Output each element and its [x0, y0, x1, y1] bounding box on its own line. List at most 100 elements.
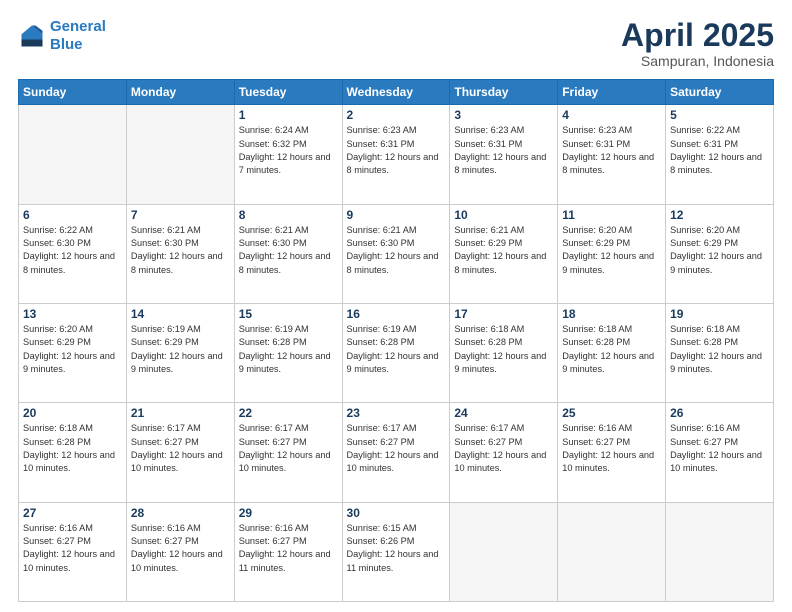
- day-number: 18: [562, 307, 661, 321]
- calendar-cell: 26 Sunrise: 6:16 AMSunset: 6:27 PMDayligh…: [666, 403, 774, 502]
- col-friday: Friday: [558, 80, 666, 105]
- day-info: Sunrise: 6:21 AMSunset: 6:30 PMDaylight:…: [131, 224, 230, 277]
- day-info: Sunrise: 6:22 AMSunset: 6:30 PMDaylight:…: [23, 224, 122, 277]
- calendar-cell: 9 Sunrise: 6:21 AMSunset: 6:30 PMDaylight…: [342, 204, 450, 303]
- month-year: April 2025: [621, 18, 774, 53]
- day-info: Sunrise: 6:17 AMSunset: 6:27 PMDaylight:…: [454, 422, 553, 475]
- day-info: Sunrise: 6:23 AMSunset: 6:31 PMDaylight:…: [347, 124, 446, 177]
- calendar-cell: 24 Sunrise: 6:17 AMSunset: 6:27 PMDayligh…: [450, 403, 558, 502]
- day-number: 3: [454, 108, 553, 122]
- day-number: 26: [670, 406, 769, 420]
- day-number: 17: [454, 307, 553, 321]
- calendar-cell: 28 Sunrise: 6:16 AMSunset: 6:27 PMDayligh…: [126, 502, 234, 601]
- col-sunday: Sunday: [19, 80, 127, 105]
- day-info: Sunrise: 6:16 AMSunset: 6:27 PMDaylight:…: [239, 522, 338, 575]
- calendar-cell: 2 Sunrise: 6:23 AMSunset: 6:31 PMDaylight…: [342, 105, 450, 204]
- col-monday: Monday: [126, 80, 234, 105]
- calendar-cell: 1 Sunrise: 6:24 AMSunset: 6:32 PMDaylight…: [234, 105, 342, 204]
- day-info: Sunrise: 6:16 AMSunset: 6:27 PMDaylight:…: [131, 522, 230, 575]
- calendar-cell: 7Sunrise: 6:21 AMSunset: 6:30 PMDaylight…: [126, 204, 234, 303]
- calendar-cell: 16Sunrise: 6:19 AMSunset: 6:28 PMDayligh…: [342, 303, 450, 402]
- day-info: Sunrise: 6:22 AMSunset: 6:31 PMDaylight:…: [670, 124, 769, 177]
- calendar-cell: 22Sunrise: 6:17 AMSunset: 6:27 PMDayligh…: [234, 403, 342, 502]
- day-info: Sunrise: 6:17 AMSunset: 6:27 PMDaylight:…: [347, 422, 446, 475]
- calendar-header-row: Sunday Monday Tuesday Wednesday Thursday…: [19, 80, 774, 105]
- day-number: 1: [239, 108, 338, 122]
- day-number: 9: [347, 208, 446, 222]
- day-info: Sunrise: 6:18 AMSunset: 6:28 PMDaylight:…: [562, 323, 661, 376]
- day-number: 11: [562, 208, 661, 222]
- calendar-week-2: 6 Sunrise: 6:22 AMSunset: 6:30 PMDaylight…: [19, 204, 774, 303]
- day-number: 10: [454, 208, 553, 222]
- calendar-cell: 3 Sunrise: 6:23 AMSunset: 6:31 PMDaylight…: [450, 105, 558, 204]
- day-info: Sunrise: 6:21 AMSunset: 6:30 PMDaylight:…: [239, 224, 338, 277]
- day-info: Sunrise: 6:18 AMSunset: 6:28 PMDaylight:…: [454, 323, 553, 376]
- calendar-cell: [666, 502, 774, 601]
- calendar-cell: 14 Sunrise: 6:19 AMSunset: 6:29 PMDayligh…: [126, 303, 234, 402]
- day-number: 20: [23, 406, 122, 420]
- calendar-cell: 6 Sunrise: 6:22 AMSunset: 6:30 PMDaylight…: [19, 204, 127, 303]
- calendar-cell: 4Sunrise: 6:23 AMSunset: 6:31 PMDaylight…: [558, 105, 666, 204]
- calendar-table: Sunday Monday Tuesday Wednesday Thursday…: [18, 79, 774, 602]
- day-info: Sunrise: 6:19 AMSunset: 6:29 PMDaylight:…: [131, 323, 230, 376]
- day-info: Sunrise: 6:21 AMSunset: 6:29 PMDaylight:…: [454, 224, 553, 277]
- calendar-cell: 21 Sunrise: 6:17 AMSunset: 6:27 PMDayligh…: [126, 403, 234, 502]
- col-saturday: Saturday: [666, 80, 774, 105]
- calendar-cell: 11 Sunrise: 6:20 AMSunset: 6:29 PMDayligh…: [558, 204, 666, 303]
- day-info: Sunrise: 6:15 AMSunset: 6:26 PMDaylight:…: [347, 522, 446, 575]
- day-info: Sunrise: 6:18 AMSunset: 6:28 PMDaylight:…: [670, 323, 769, 376]
- calendar-cell: 18 Sunrise: 6:18 AMSunset: 6:28 PMDayligh…: [558, 303, 666, 402]
- calendar-cell: 25Sunrise: 6:16 AMSunset: 6:27 PMDayligh…: [558, 403, 666, 502]
- calendar-cell: 12 Sunrise: 6:20 AMSunset: 6:29 PMDayligh…: [666, 204, 774, 303]
- day-info: Sunrise: 6:16 AMSunset: 6:27 PMDaylight:…: [670, 422, 769, 475]
- day-info: Sunrise: 6:23 AMSunset: 6:31 PMDaylight:…: [454, 124, 553, 177]
- logo-general: General: [50, 18, 106, 35]
- day-info: Sunrise: 6:17 AMSunset: 6:27 PMDaylight:…: [239, 422, 338, 475]
- page: General Blue April 2025 Sampuran, Indone…: [0, 0, 792, 612]
- calendar-cell: 10 Sunrise: 6:21 AMSunset: 6:29 PMDayligh…: [450, 204, 558, 303]
- calendar-cell: [558, 502, 666, 601]
- day-info: Sunrise: 6:20 AMSunset: 6:29 PMDaylight:…: [562, 224, 661, 277]
- day-number: 27: [23, 506, 122, 520]
- day-info: Sunrise: 6:16 AMSunset: 6:27 PMDaylight:…: [23, 522, 122, 575]
- col-wednesday: Wednesday: [342, 80, 450, 105]
- calendar-week-1: 1 Sunrise: 6:24 AMSunset: 6:32 PMDaylight…: [19, 105, 774, 204]
- day-info: Sunrise: 6:24 AMSunset: 6:32 PMDaylight:…: [239, 124, 338, 177]
- calendar-cell: 15Sunrise: 6:19 AMSunset: 6:28 PMDayligh…: [234, 303, 342, 402]
- header: General Blue April 2025 Sampuran, Indone…: [18, 18, 774, 69]
- calendar-cell: 19 Sunrise: 6:18 AMSunset: 6:28 PMDayligh…: [666, 303, 774, 402]
- logo-icon: [18, 22, 46, 50]
- calendar-cell: 20 Sunrise: 6:18 AMSunset: 6:28 PMDayligh…: [19, 403, 127, 502]
- day-info: Sunrise: 6:20 AMSunset: 6:29 PMDaylight:…: [670, 224, 769, 277]
- day-info: Sunrise: 6:19 AMSunset: 6:28 PMDaylight:…: [347, 323, 446, 376]
- day-number: 25: [562, 406, 661, 420]
- calendar-week-3: 13 Sunrise: 6:20 AMSunset: 6:29 PMDayligh…: [19, 303, 774, 402]
- day-number: 6: [23, 208, 122, 222]
- logo-text: General Blue: [50, 18, 106, 54]
- day-number: 14: [131, 307, 230, 321]
- day-number: 29: [239, 506, 338, 520]
- calendar-cell: 30Sunrise: 6:15 AMSunset: 6:26 PMDayligh…: [342, 502, 450, 601]
- calendar-cell: [450, 502, 558, 601]
- day-number: 15: [239, 307, 338, 321]
- day-info: Sunrise: 6:18 AMSunset: 6:28 PMDaylight:…: [23, 422, 122, 475]
- calendar-cell: 13 Sunrise: 6:20 AMSunset: 6:29 PMDayligh…: [19, 303, 127, 402]
- calendar-cell: [126, 105, 234, 204]
- day-number: 2: [347, 108, 446, 122]
- calendar-cell: 29 Sunrise: 6:16 AMSunset: 6:27 PMDayligh…: [234, 502, 342, 601]
- day-info: Sunrise: 6:21 AMSunset: 6:30 PMDaylight:…: [347, 224, 446, 277]
- day-info: Sunrise: 6:23 AMSunset: 6:31 PMDaylight:…: [562, 124, 661, 177]
- day-number: 5: [670, 108, 769, 122]
- day-info: Sunrise: 6:20 AMSunset: 6:29 PMDaylight:…: [23, 323, 122, 376]
- day-number: 21: [131, 406, 230, 420]
- day-number: 13: [23, 307, 122, 321]
- col-thursday: Thursday: [450, 80, 558, 105]
- day-number: 19: [670, 307, 769, 321]
- col-tuesday: Tuesday: [234, 80, 342, 105]
- logo-blue: Blue: [50, 36, 83, 53]
- calendar-cell: 23Sunrise: 6:17 AMSunset: 6:27 PMDayligh…: [342, 403, 450, 502]
- day-info: Sunrise: 6:17 AMSunset: 6:27 PMDaylight:…: [131, 422, 230, 475]
- day-number: 24: [454, 406, 553, 420]
- day-number: 28: [131, 506, 230, 520]
- day-number: 12: [670, 208, 769, 222]
